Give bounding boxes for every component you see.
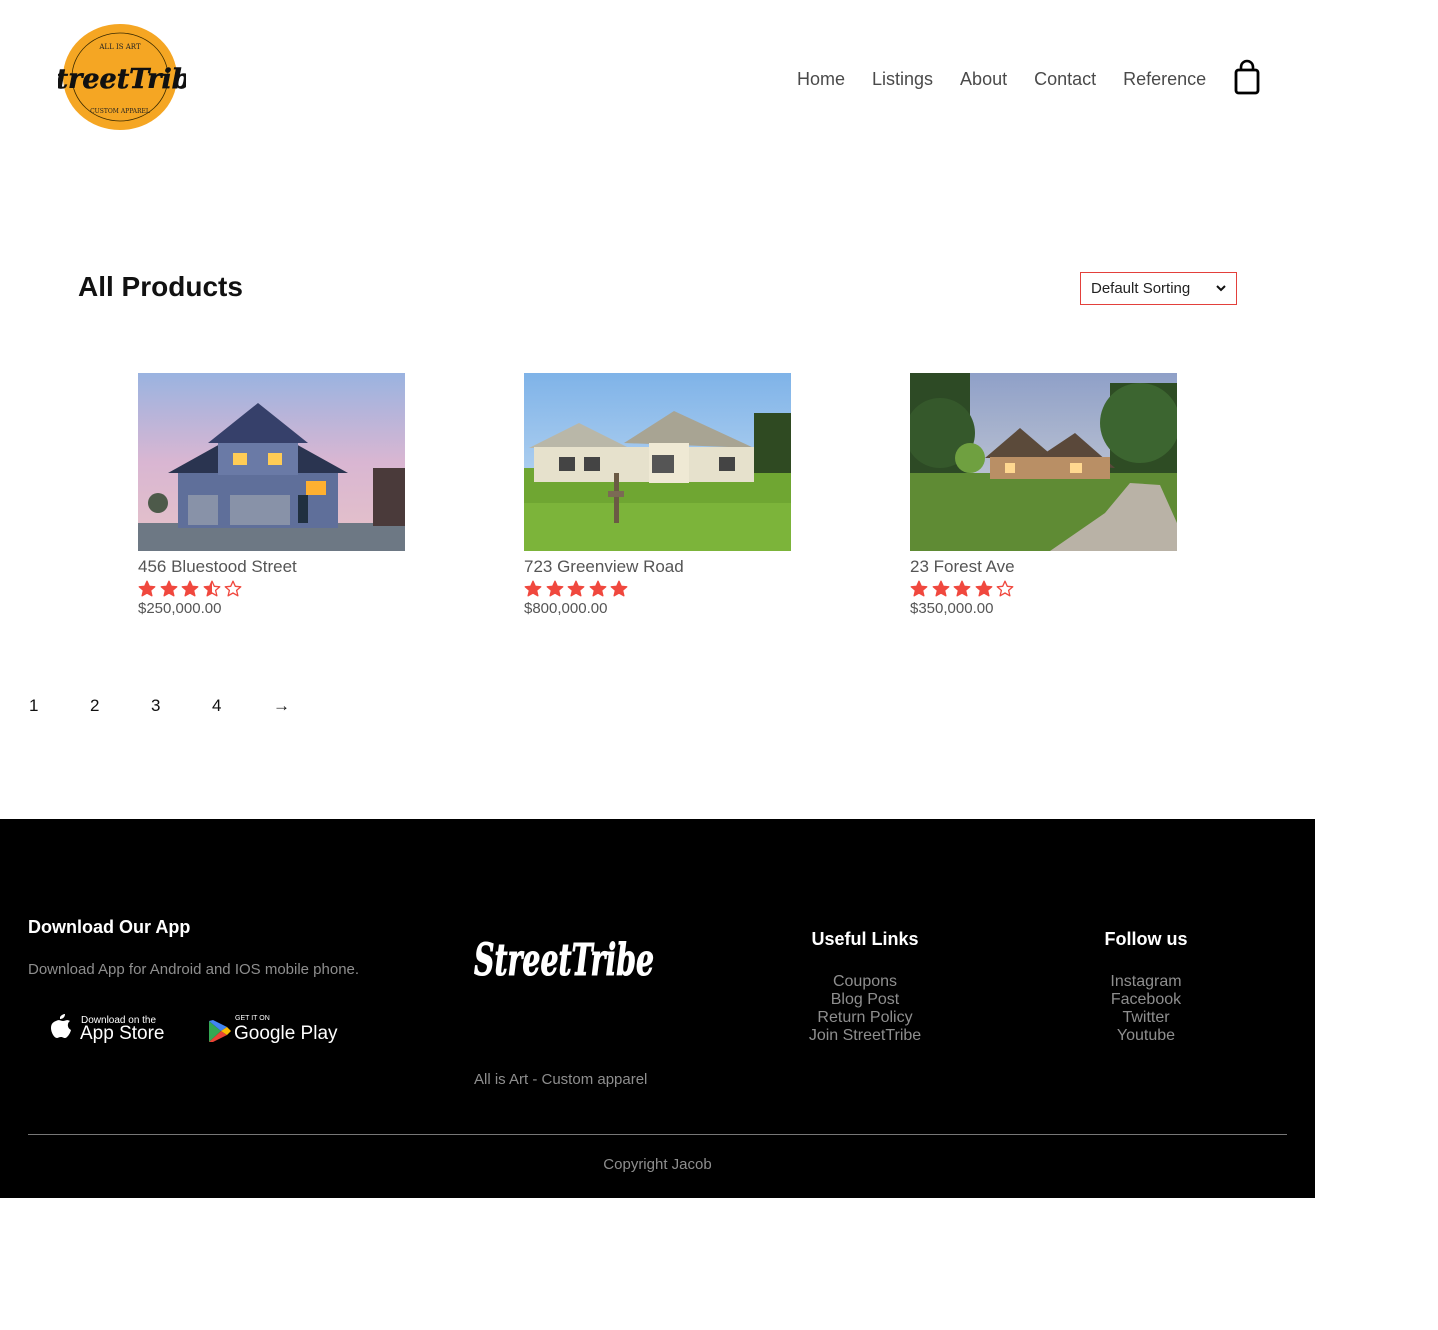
- svg-text:App Store: App Store: [80, 1023, 165, 1044]
- product-card: 23 Forest Ave $350,000.00: [910, 373, 1177, 618]
- star-empty-icon: [224, 580, 242, 597]
- product-image[interactable]: [910, 373, 1177, 551]
- app-store-badge[interactable]: Download on the App Store: [46, 1007, 176, 1052]
- next-page-arrow-icon[interactable]: →: [244, 694, 305, 718]
- star-full-icon: [589, 580, 606, 597]
- nav-contact[interactable]: Contact: [1034, 67, 1096, 91]
- apple-icon: [51, 1014, 71, 1038]
- svg-text:Google Play: Google Play: [234, 1023, 338, 1044]
- svg-text:GET IT ON: GET IT ON: [235, 1015, 270, 1022]
- svg-text:StreetTribe: StreetTribe: [474, 935, 654, 986]
- star-full-icon: [932, 580, 949, 597]
- rating-stars: [524, 580, 791, 598]
- star-full-icon: [975, 580, 992, 597]
- star-full-icon: [138, 580, 156, 597]
- rating-stars: [138, 580, 405, 598]
- shopping-bag-icon[interactable]: [1233, 59, 1261, 95]
- site-logo[interactable]: ALL IS ART CUSTOM APPAREL StreetTribe: [36, 22, 208, 134]
- link-join-streettribe[interactable]: Join StreetTribe: [765, 1027, 965, 1045]
- star-full-icon: [181, 580, 199, 597]
- star-full-icon: [160, 580, 177, 597]
- rating-stars: [910, 580, 1177, 598]
- link-youtube[interactable]: Youtube: [1046, 1027, 1246, 1045]
- link-twitter[interactable]: Twitter: [1046, 1009, 1246, 1027]
- copyright: Copyright Jacob: [603, 1156, 712, 1173]
- social-links-list: Instagram Facebook Twitter Youtube: [1046, 973, 1246, 1045]
- product-image[interactable]: [524, 373, 791, 551]
- product-price: $350,000.00: [910, 600, 994, 617]
- site-footer: Download Our App Download App for Androi…: [0, 819, 1315, 1198]
- star-empty-icon: [996, 580, 1014, 597]
- link-return-policy[interactable]: Return Policy: [765, 1009, 965, 1027]
- page-1-link[interactable]: 1: [0, 694, 61, 718]
- page-2-link[interactable]: 2: [61, 694, 122, 718]
- star-full-icon: [546, 580, 563, 597]
- product-image[interactable]: [138, 373, 405, 551]
- product-price: $800,000.00: [524, 600, 608, 617]
- footer-logo[interactable]: StreetTribe: [474, 923, 659, 998]
- nav-reference[interactable]: Reference: [1123, 67, 1206, 91]
- product-name[interactable]: 23 Forest Ave: [910, 557, 1177, 577]
- app-heading: Download Our App: [28, 917, 191, 937]
- star-full-icon: [953, 580, 971, 597]
- main-nav: Home Listings About Contact Reference: [797, 67, 1233, 91]
- sort-selected-value: Default Sorting: [1091, 280, 1191, 297]
- nav-about[interactable]: About: [960, 67, 1007, 91]
- app-description: Download App for Android and IOS mobile …: [28, 961, 360, 978]
- product-name[interactable]: 456 Bluestood Street: [138, 557, 405, 577]
- product-name[interactable]: 723 Greenview Road: [524, 557, 791, 577]
- sort-select[interactable]: Default Sorting: [1080, 272, 1237, 305]
- pagination: 1 2 3 4 →: [0, 694, 305, 718]
- page-3-link[interactable]: 3: [122, 694, 183, 718]
- link-facebook[interactable]: Facebook: [1046, 991, 1246, 1009]
- follow-us-heading: Follow us: [1104, 929, 1188, 949]
- footer-divider: [28, 1134, 1287, 1135]
- star-full-icon: [910, 580, 928, 597]
- star-full-icon: [567, 580, 585, 597]
- link-blog-post[interactable]: Blog Post: [765, 991, 965, 1009]
- star-full-icon: [610, 580, 628, 597]
- svg-text:StreetTribe: StreetTribe: [58, 64, 186, 95]
- google-play-badge[interactable]: GET IT ON Google Play: [205, 1009, 340, 1054]
- star-full-icon: [524, 580, 542, 597]
- footer-tagline: All is Art - Custom apparel: [474, 1071, 648, 1088]
- product-price: $250,000.00: [138, 600, 222, 617]
- nav-listings[interactable]: Listings: [872, 67, 933, 91]
- link-coupons[interactable]: Coupons: [765, 973, 965, 991]
- chevron-down-icon: [1216, 285, 1226, 292]
- useful-links-list: Coupons Blog Post Return Policy Join Str…: [765, 973, 965, 1045]
- page-title: All Products: [78, 271, 243, 302]
- star-half-icon: [203, 580, 220, 597]
- svg-text:ALL IS ART: ALL IS ART: [98, 43, 141, 51]
- link-instagram[interactable]: Instagram: [1046, 973, 1246, 991]
- nav-home[interactable]: Home: [797, 67, 845, 91]
- svg-text:CUSTOM APPAREL: CUSTOM APPAREL: [90, 108, 150, 115]
- google-play-icon: [209, 1020, 231, 1042]
- product-card: 456 Bluestood Street $250,000.00: [138, 373, 405, 618]
- product-card: 723 Greenview Road $800,000.00: [524, 373, 791, 618]
- useful-links-heading: Useful Links: [811, 929, 919, 949]
- page-4-link[interactable]: 4: [183, 694, 244, 718]
